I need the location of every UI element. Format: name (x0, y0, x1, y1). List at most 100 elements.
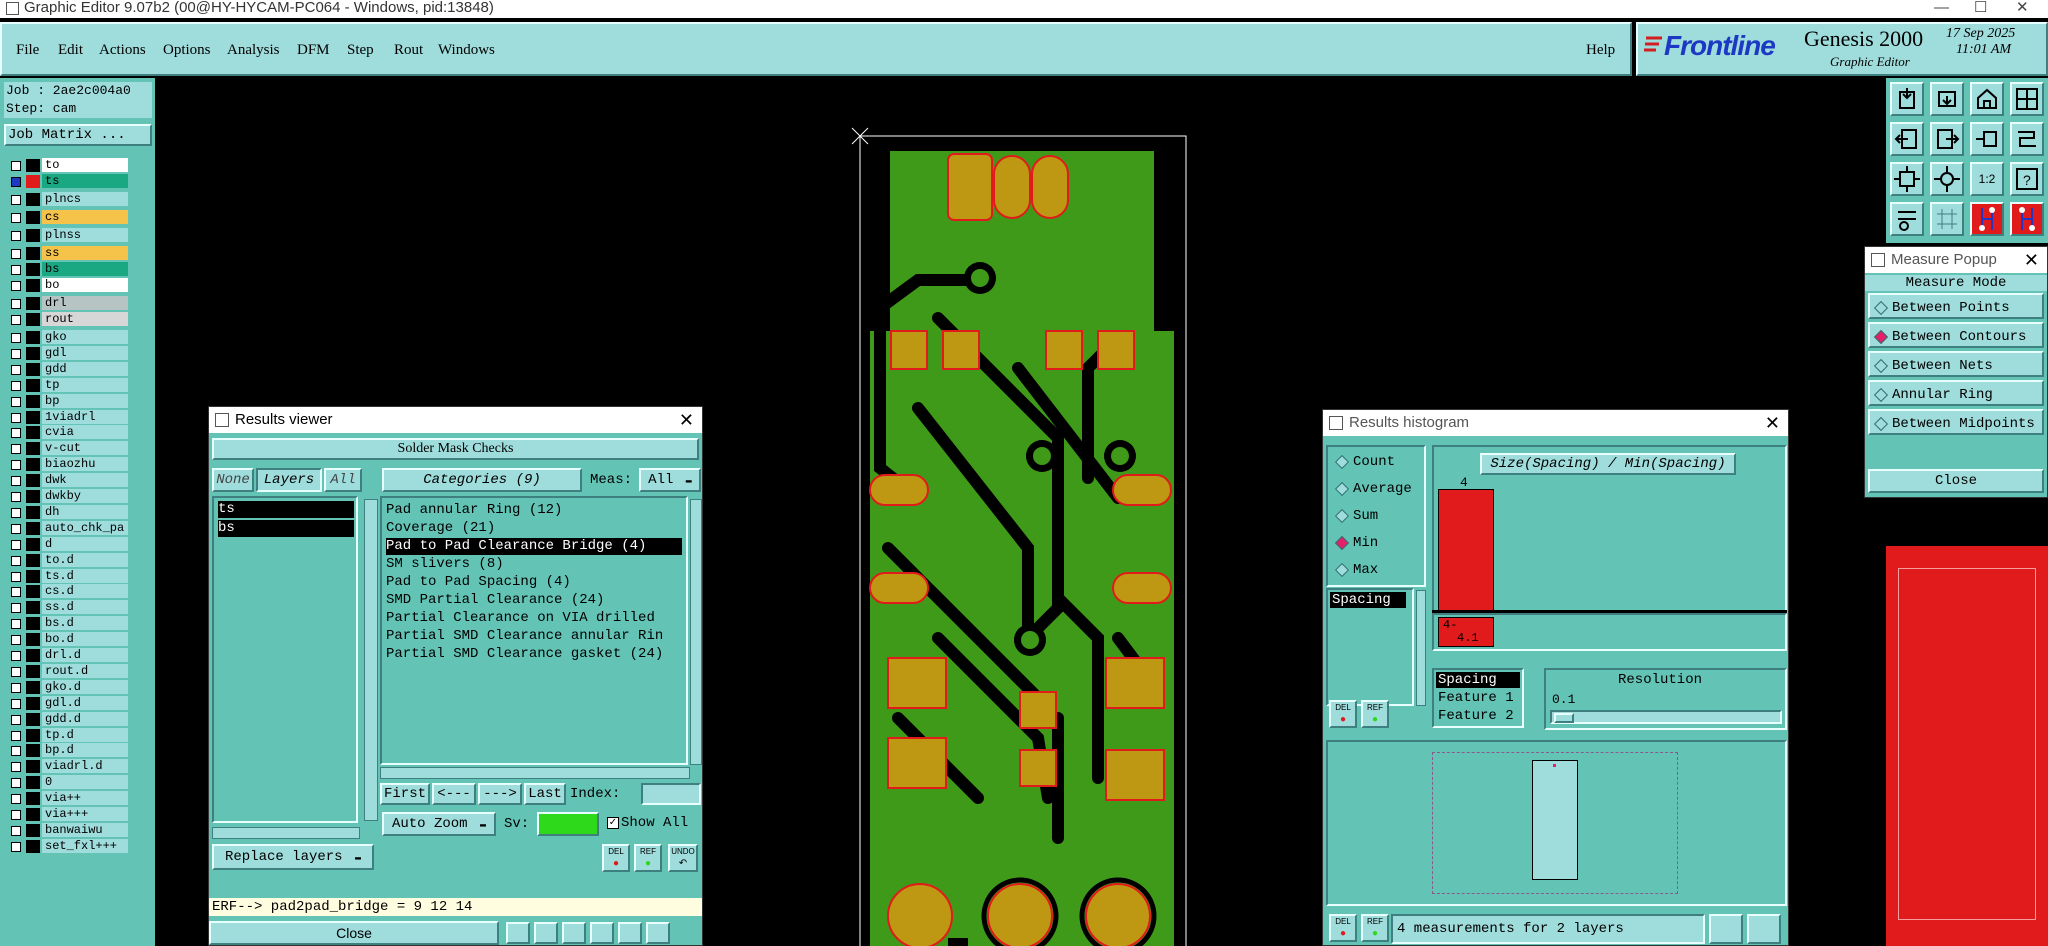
layer-checkbox[interactable] (11, 265, 21, 275)
layer-row-auto-chk-pa[interactable]: auto_chk_pa (6, 520, 128, 536)
result-layer-item[interactable]: ts (218, 501, 354, 518)
layer-checkbox[interactable] (11, 315, 21, 325)
layer-name[interactable]: rout.d (42, 663, 128, 678)
menu-file[interactable]: File (16, 42, 39, 59)
layer-list-scrollbar[interactable] (364, 499, 378, 821)
zoom-in-icon[interactable] (1930, 82, 1964, 116)
auto-zoom-dropdown[interactable]: Auto Zoom ▬ (382, 812, 496, 836)
layer-color-swatch[interactable] (26, 537, 40, 551)
mode-average[interactable]: Average (1331, 476, 1427, 502)
slider-thumb[interactable] (1554, 713, 1574, 723)
mode-between-points[interactable]: Between Points (1868, 293, 2044, 319)
layer-checkbox[interactable] (11, 281, 21, 291)
layer-name[interactable]: banwaiwu (42, 822, 128, 837)
category-hscrollbar[interactable] (380, 767, 690, 779)
layer-row-gko-d[interactable]: gko.d (6, 679, 128, 695)
layer-color-swatch[interactable] (26, 426, 40, 440)
mode-between-nets[interactable]: Between Nets (1868, 351, 2044, 377)
layer-name[interactable]: rout (42, 312, 128, 326)
mode-between-midpoints[interactable]: Between Midpoints (1868, 409, 2044, 435)
layer-checkbox[interactable] (11, 213, 21, 223)
center-icon[interactable] (1930, 162, 1964, 196)
maximize-icon[interactable]: ☐ (1974, 0, 1987, 16)
layer-checkbox[interactable] (11, 444, 21, 455)
hist-tool-icon-2[interactable] (1747, 914, 1781, 944)
layer-color-swatch[interactable] (26, 569, 40, 583)
layer-row-via-[interactable]: via++ (6, 791, 128, 806)
layer-row-tp[interactable]: tp (6, 377, 128, 393)
layer-checkbox[interactable] (11, 476, 21, 487)
hist-del-button[interactable]: DEL ● (1329, 700, 1357, 728)
layer-color-swatch[interactable] (26, 664, 40, 678)
measure-icon[interactable] (1970, 202, 2004, 236)
layer-checkbox[interactable] (11, 825, 21, 836)
mode-min[interactable]: Min (1331, 530, 1427, 556)
layer-name[interactable]: bo.d (42, 632, 128, 647)
layer-checkbox[interactable] (11, 698, 21, 709)
layer-row-banwaiwu[interactable]: banwaiwu (6, 822, 128, 838)
category-scrollbar[interactable] (690, 499, 702, 765)
layer-result-list[interactable]: ts bs (212, 496, 358, 823)
category-list[interactable]: Pad annular Ring (12) Coverage (21) Pad … (380, 496, 688, 765)
layer-color-swatch[interactable] (26, 313, 40, 326)
layer-row-d[interactable]: d (6, 536, 128, 552)
layer-color-swatch[interactable] (26, 649, 40, 662)
layer-row-via-[interactable]: via+++ (6, 807, 128, 822)
category-item[interactable]: SM slivers (8) (386, 556, 504, 573)
layer-name[interactable]: ss.d (42, 600, 128, 615)
layer-color-swatch[interactable] (26, 760, 40, 774)
layer-checkbox[interactable] (11, 619, 21, 630)
layer-checkbox[interactable] (11, 428, 21, 439)
layer-color-swatch[interactable] (26, 378, 40, 392)
layer-name[interactable]: plncs (42, 192, 128, 206)
layer-color-swatch[interactable] (26, 696, 40, 710)
layer-row-dwkby[interactable]: dwkby (6, 489, 128, 504)
ref-button[interactable]: REF ● (634, 844, 662, 872)
layer-row-bo[interactable]: bo (6, 278, 128, 293)
layer-row-cs-d[interactable]: cs.d (6, 584, 128, 599)
all-layers-button[interactable]: All (324, 468, 362, 492)
layer-color-swatch[interactable] (26, 346, 40, 360)
mode-sum[interactable]: Sum (1331, 503, 1427, 529)
move-right-icon[interactable] (1930, 122, 1964, 156)
layer-row-rout-d[interactable]: rout.d (6, 663, 128, 679)
layer-checkbox[interactable] (11, 161, 21, 171)
layer-color-swatch[interactable] (26, 601, 40, 615)
measure-list-item[interactable]: Spacing (1330, 592, 1406, 608)
measure-net-icon[interactable] (2010, 202, 2044, 236)
layer-row-bs-d[interactable]: bs.d (6, 616, 128, 631)
layer-color-swatch[interactable] (26, 362, 40, 376)
layer-checkbox[interactable] (11, 507, 21, 518)
tool-icon-1[interactable] (506, 922, 530, 944)
result-layer-item[interactable]: bs (218, 520, 354, 537)
sv-color-dropdown[interactable] (537, 812, 599, 836)
tool-icon-6[interactable] (646, 922, 670, 944)
layer-color-swatch[interactable] (26, 521, 40, 535)
menu-help[interactable]: Help (1586, 42, 1615, 59)
category-item[interactable]: Pad to Pad Spacing (4) (386, 574, 571, 591)
layer-name[interactable]: 0 (42, 775, 128, 790)
layer-color-swatch[interactable] (26, 776, 40, 790)
layer-checkbox[interactable] (11, 231, 21, 241)
layer-color-swatch[interactable] (26, 744, 40, 758)
layer-name[interactable]: bs (42, 262, 128, 276)
category-item[interactable]: Partial Clearance on VIA drilled (386, 610, 655, 627)
layer-checkbox[interactable] (11, 635, 21, 646)
layer-row-0[interactable]: 0 (6, 775, 128, 790)
layer-color-swatch[interactable] (26, 297, 40, 310)
hist-ref-button[interactable]: REF ● (1361, 700, 1389, 728)
layer-list-hscrollbar[interactable] (212, 827, 360, 839)
layer-row-ts[interactable]: ts (6, 174, 128, 189)
layer-name[interactable]: d (42, 536, 128, 551)
measure-close-button[interactable]: Close (1868, 469, 2044, 493)
close-icon[interactable]: ✕ (2016, 0, 2029, 16)
layer-checkbox[interactable] (11, 746, 21, 757)
layer-name[interactable]: ss (42, 246, 128, 260)
layer-checkbox[interactable] (11, 380, 21, 391)
layer-checkbox[interactable] (11, 460, 21, 471)
layer-name[interactable]: gko.d (42, 679, 128, 694)
undo-button[interactable]: UNDO ↶ (668, 844, 698, 872)
menu-edit[interactable]: Edit (58, 42, 83, 59)
help-icon[interactable]: ? (2010, 162, 2044, 196)
layer-row-bo-d[interactable]: bo.d (6, 632, 128, 647)
